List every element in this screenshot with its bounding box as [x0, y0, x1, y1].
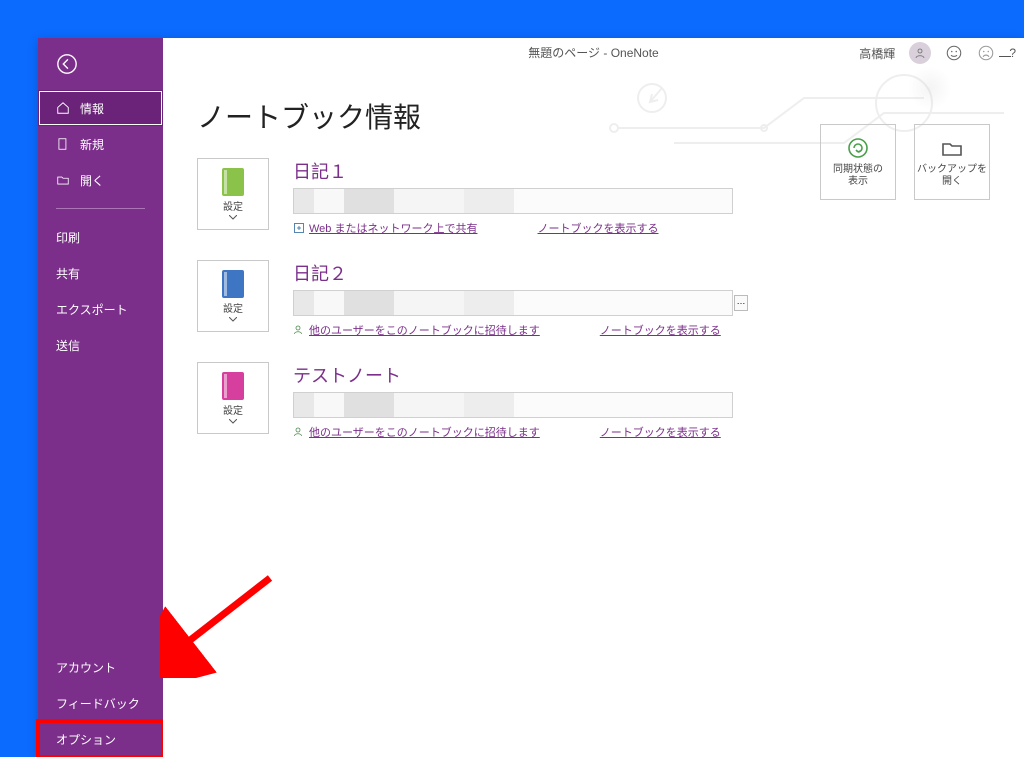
user-avatar[interactable]	[909, 42, 931, 64]
document-icon	[56, 137, 70, 151]
sidebar-item-print[interactable]: 印刷	[38, 219, 163, 255]
notebook-body: 日記２ … 他のユーザーをこのノートブックに招待します ノートブックを表示する	[293, 260, 733, 338]
notebook-body: 日記１ Web またはネットワーク上で共有 ノートブックを表示する	[293, 158, 733, 236]
notebook-settings-button[interactable]: 設定	[197, 362, 269, 434]
sync-icon	[846, 136, 870, 160]
sidebar-label: フィードバック	[56, 695, 140, 712]
sidebar-label: 新規	[80, 136, 104, 153]
sidebar-item-share[interactable]: 共有	[38, 255, 163, 291]
settings-label: 設定	[223, 300, 243, 315]
notebook-row: 設定 日記２ … 他のユーザーをこのノートブックに招待します ノートブックを表示…	[197, 260, 990, 338]
share-icon	[293, 222, 305, 234]
action-label: バックアップを 開く	[917, 164, 987, 188]
titlebar-right: 高橋輝 ?	[859, 42, 1016, 64]
app-window: 情報 新規 開く 印刷 共有 エクスポート 送信 アカウント	[38, 38, 1024, 757]
home-icon	[56, 101, 70, 115]
notebook-settings-button[interactable]: 設定	[197, 158, 269, 230]
show-notebook-link[interactable]: ノートブックを表示する	[600, 322, 721, 338]
notebook-links: 他のユーザーをこのノートブックに招待します ノートブックを表示する	[293, 322, 733, 338]
person-icon	[914, 47, 926, 59]
minimize-button[interactable]	[990, 46, 1020, 66]
notebook-links: Web またはネットワーク上で共有 ノートブックを表示する	[293, 220, 733, 236]
back-arrow-icon	[56, 53, 78, 75]
notebook-icon	[222, 168, 244, 196]
sidebar-label: 開く	[80, 172, 104, 189]
chevron-down-icon	[229, 317, 237, 322]
person-add-icon	[293, 324, 305, 336]
notebook-name: 日記１	[293, 158, 733, 184]
sidebar-item-options[interactable]: オプション	[38, 721, 163, 757]
sidebar-label: 情報	[80, 100, 104, 117]
person-add-icon	[293, 426, 305, 438]
backstage-sidebar: 情報 新規 開く 印刷 共有 エクスポート 送信 アカウント	[38, 38, 163, 757]
sidebar-item-feedback[interactable]: フィードバック	[38, 685, 163, 721]
sidebar-item-export[interactable]: エクスポート	[38, 291, 163, 327]
sidebar-label: 共有	[56, 265, 80, 282]
sidebar-label: アカウント	[56, 659, 116, 676]
sidebar-label: 印刷	[56, 229, 80, 246]
sidebar-divider	[56, 208, 145, 209]
notebook-row: 設定 テストノート 他のユーザーをこのノートブックに招待します ノートブックを表…	[197, 362, 990, 440]
sidebar-label: 送信	[56, 337, 80, 354]
notebook-path-field[interactable]	[293, 188, 733, 214]
chevron-down-icon	[229, 419, 237, 424]
right-actions: 同期状態の 表示 バックアップを 開く	[820, 124, 990, 200]
notebook-settings-button[interactable]: 設定	[197, 260, 269, 332]
window-title: 無題のページ - OneNote	[528, 44, 658, 61]
notebook-path-field[interactable]	[293, 392, 733, 418]
invite-users-link[interactable]: 他のユーザーをこのノートブックに招待します	[293, 322, 540, 338]
folder-icon	[940, 136, 964, 160]
backstage-main: 無題のページ - OneNote 高橋輝 ?	[163, 38, 1024, 757]
notebook-links: 他のユーザーをこのノートブックに招待します ノートブックを表示する	[293, 424, 733, 440]
settings-label: 設定	[223, 402, 243, 417]
title-bar: 無題のページ - OneNote 高橋輝 ?	[163, 38, 1024, 66]
sidebar-item-account[interactable]: アカウント	[38, 649, 163, 685]
open-backup-button[interactable]: バックアップを 開く	[914, 124, 990, 200]
sync-status-button[interactable]: 同期状態の 表示	[820, 124, 896, 200]
content-area: ノートブック情報 同期状態の 表示 バックアップを 開く 設定	[163, 66, 1024, 494]
notebook-icon	[222, 270, 244, 298]
notebook-icon	[222, 372, 244, 400]
chevron-down-icon	[229, 215, 237, 220]
show-notebook-link[interactable]: ノートブックを表示する	[600, 424, 721, 440]
sidebar-item-open[interactable]: 開く	[38, 162, 163, 198]
settings-label: 設定	[223, 198, 243, 213]
back-button[interactable]	[38, 38, 163, 90]
show-notebook-link[interactable]: ノートブックを表示する	[537, 220, 658, 236]
sidebar-item-info[interactable]: 情報	[38, 90, 163, 126]
notebook-name: テストノート	[293, 362, 733, 388]
action-label: 同期状態の 表示	[833, 164, 883, 188]
sidebar-label: エクスポート	[56, 301, 128, 318]
sidebar-label: オプション	[56, 731, 116, 748]
path-more-button[interactable]: …	[734, 295, 748, 311]
sidebar-item-new[interactable]: 新規	[38, 126, 163, 162]
share-web-link[interactable]: Web またはネットワーク上で共有	[293, 220, 477, 236]
sidebar-item-send[interactable]: 送信	[38, 327, 163, 363]
user-name: 高橋輝	[859, 45, 895, 62]
invite-users-link[interactable]: 他のユーザーをこのノートブックに招待します	[293, 424, 540, 440]
folder-open-icon	[56, 173, 70, 187]
notebook-body: テストノート 他のユーザーをこのノートブックに招待します ノートブックを表示する	[293, 362, 733, 440]
smile-icon[interactable]	[945, 44, 963, 62]
notebook-path-field[interactable]: …	[293, 290, 733, 316]
notebook-name: 日記２	[293, 260, 733, 286]
